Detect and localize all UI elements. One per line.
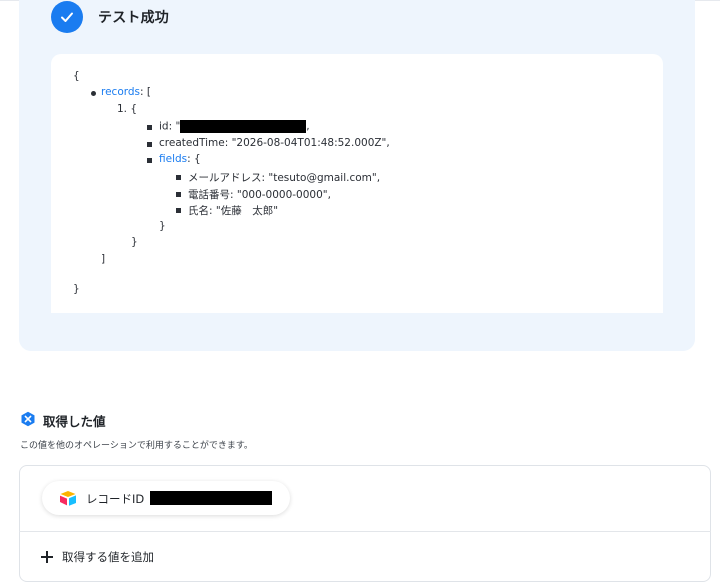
acquired-values-description: この値を他のオペレーションで利用することができます。: [20, 441, 253, 451]
json-field-mail: メールアドレス: "tesuto@gmail.com",: [188, 172, 381, 184]
add-value-label: 取得する値を追加: [62, 550, 154, 564]
bullet: [147, 158, 152, 163]
json-id-line: id: ",: [159, 120, 310, 133]
redacted-block: [180, 120, 307, 133]
json-key-records: records: [101, 86, 141, 98]
json-close-item: }: [131, 236, 138, 248]
bullet: [91, 91, 96, 96]
json-records-line: records: [: [101, 86, 151, 98]
test-result-title: テスト成功: [98, 10, 169, 26]
record-id-chip[interactable]: レコードID: [42, 481, 290, 515]
json-created-time: createdTime: "2026-08-04T01:48:52.000Z",: [159, 137, 390, 149]
check-icon: [51, 1, 83, 33]
json-records-sep: : [: [140, 86, 151, 98]
airtable-logo-icon: [59, 490, 77, 506]
json-close-fields: }: [159, 220, 166, 232]
json-field-name: 氏名: "佐藤 太郎": [188, 205, 279, 217]
json-key-fields: fields: [159, 153, 188, 165]
record-id-label: レコードID: [86, 492, 145, 506]
acquired-values-title: 取得した値: [43, 414, 106, 429]
bullet: [176, 175, 181, 180]
add-value-button[interactable]: 取得する値を追加: [40, 547, 154, 567]
json-close-array: ]: [101, 253, 106, 265]
bullet: [147, 142, 152, 147]
bullet: [176, 192, 181, 197]
plus-icon: [40, 550, 54, 564]
json-id-label: id: ": [159, 120, 181, 133]
hexagon-x-icon: [20, 411, 36, 427]
json-open-brace: {: [73, 70, 80, 82]
bullet: [147, 125, 152, 130]
bullet: [176, 208, 181, 213]
redacted-block: [150, 491, 272, 505]
json-item-number: 1. {: [117, 103, 138, 115]
json-fields-sep: : {: [187, 153, 201, 165]
json-field-phone: 電話番号: "000-0000-0000",: [188, 189, 331, 201]
json-output: { records: [ 1. { id: ", createdTime: "2…: [51, 54, 663, 313]
json-id-tail: ,: [306, 120, 310, 133]
box-divider: [19, 531, 711, 532]
json-close-root: }: [73, 283, 80, 295]
json-fields-line: fields: {: [159, 153, 201, 165]
